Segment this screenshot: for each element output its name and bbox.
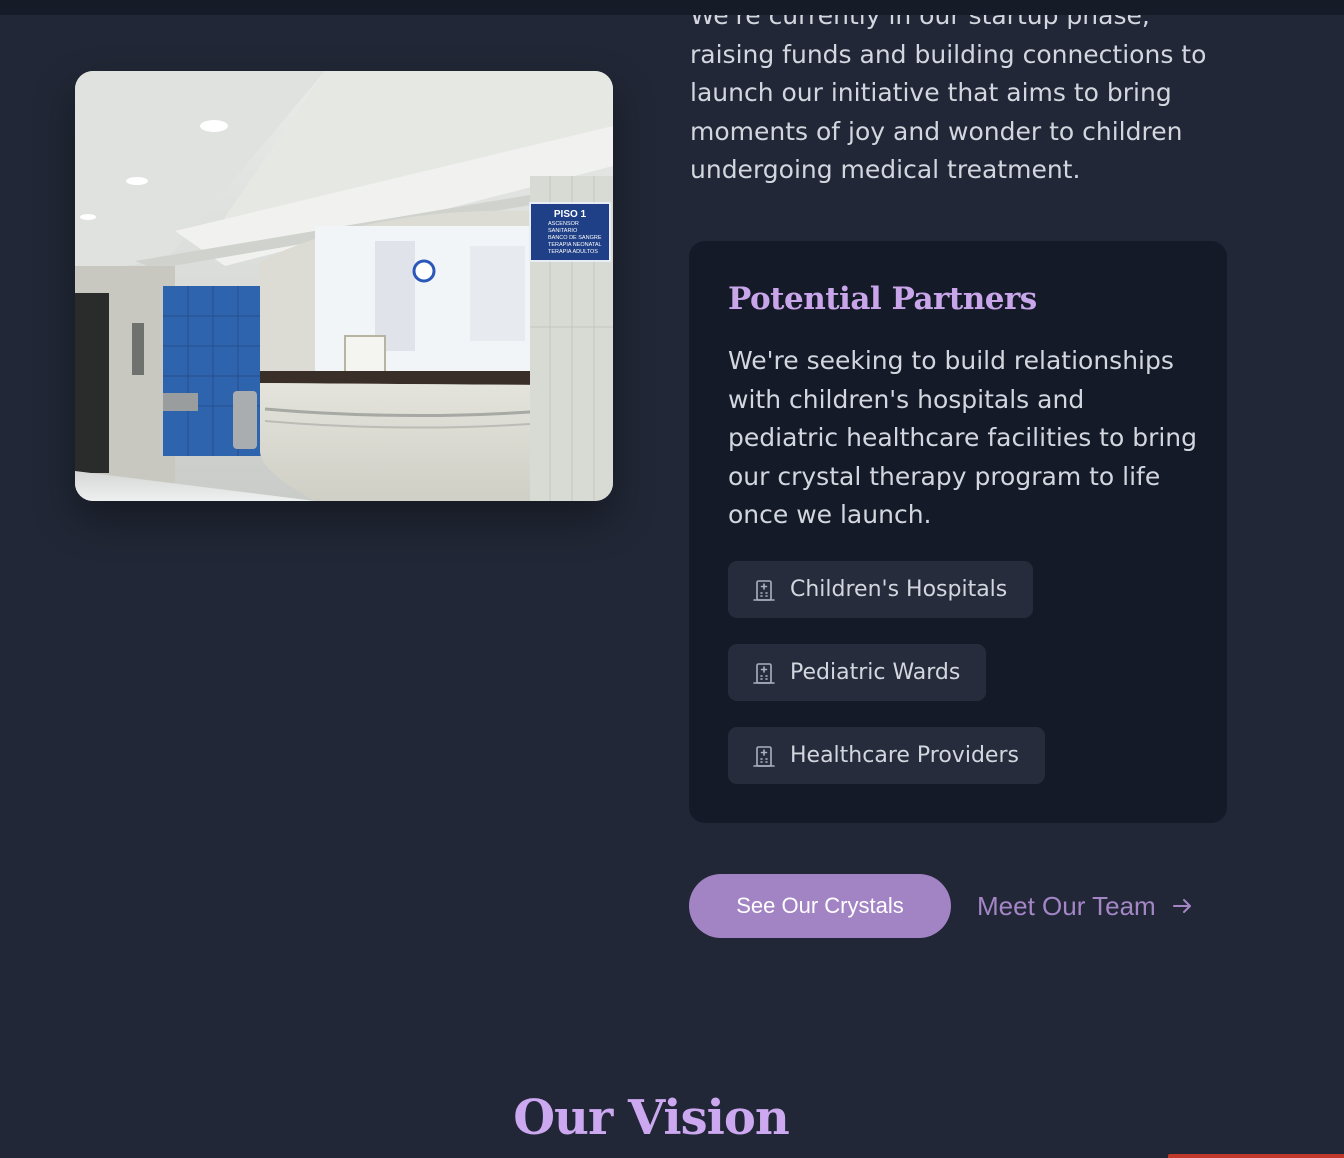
sign-line: TERAPIA ADULTOS [548,249,598,255]
partners-description: We're seeking to build relationships wit… [728,346,1198,529]
sign-line: TERAPIA NEONATAL [548,242,602,248]
partner-tag-pediatric-wards: Pediatric Wards [728,644,987,701]
hospital-reception-photo: PISO 1 ASCENSOR SANITARIO BANCO DE SANGR… [75,71,613,501]
partner-tag-childrens-hospitals: Children's Hospitals [728,561,1034,618]
sign-title: PISO 1 [554,209,587,220]
meet-our-team-label: Meet Our Team [977,890,1156,921]
partners-title: Potential Partners [728,281,1037,317]
corner-widget-edge [1168,1154,1344,1158]
our-vision-title: Our Vision [513,1090,790,1146]
see-our-crystals-button[interactable]: See Our Crystals [689,874,951,938]
top-nav-bar [0,0,1344,15]
hospital-icon [753,745,775,767]
startup-intro-text: We're currently in our startup phase, ra… [690,1,1207,184]
partner-tag-label: Children's Hospitals [790,577,1008,602]
partner-tag-label: Healthcare Providers [790,743,1019,768]
hospital-icon [753,662,775,684]
partner-tag-label: Pediatric Wards [790,660,961,685]
sign-line: SANITARIO [548,228,578,234]
arrow-right-icon [1172,899,1191,913]
partner-tag-healthcare-providers: Healthcare Providers [728,727,1045,784]
meet-our-team-link[interactable]: Meet Our Team [977,886,1194,926]
potential-partners-card: Potential Partners We're seeking to buil… [689,241,1227,823]
hospital-icon [753,579,775,601]
sign-line: ASCENSOR [548,221,579,227]
sign-line: BANCO DE SANGRE [548,235,602,241]
